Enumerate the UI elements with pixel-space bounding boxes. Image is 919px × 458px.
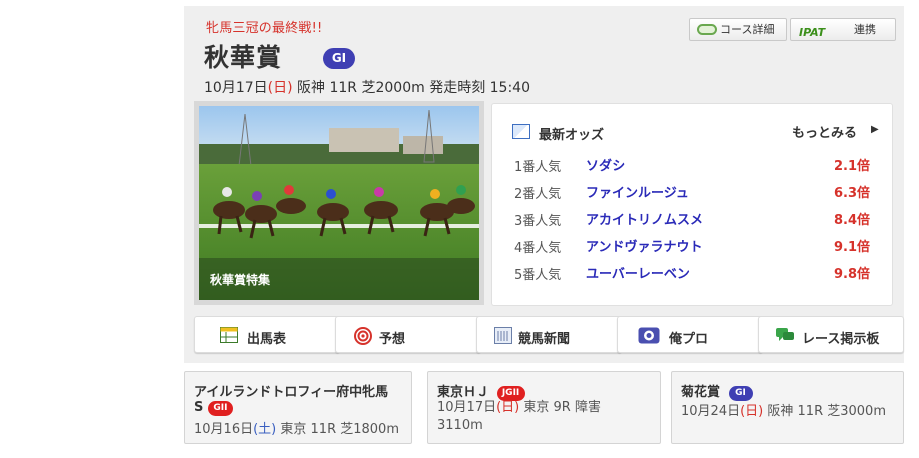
race-date: 10月17日 [204, 80, 268, 96]
race-board-button[interactable]: レース掲示板 [758, 316, 904, 353]
related-race-details: 阪神 11R 芝3000m [767, 404, 886, 419]
related-race-weekday: (日) [740, 404, 764, 419]
entries-label: 出馬表 [247, 332, 287, 347]
odds-value: 6.3倍 [833, 186, 870, 201]
race-kicker: 牝馬三冠の最終戦!! [206, 21, 323, 36]
related-race-details: 東京 9R 障害 [523, 400, 601, 415]
odds-value: 9.1倍 [833, 240, 870, 255]
related-race-name-line1: アイルランドトロフィー府中牝馬 [194, 385, 389, 400]
grade-badge: GI [728, 386, 753, 401]
course-icon [697, 24, 717, 35]
related-race-card[interactable]: 菊花賞 GI 10月24日(日) 阪神 11R 芝3000m [671, 371, 904, 444]
related-race-name: 菊花賞 GI [681, 381, 753, 401]
ore-pro-button[interactable]: 俺プロ [617, 316, 763, 353]
odds-row: 1番人気 ソダシ 2.1倍 [492, 153, 892, 175]
odds-horse-link[interactable]: ファインルージュ [586, 182, 689, 201]
newspaper-icon [494, 327, 512, 348]
related-race-title: 菊花賞 [681, 385, 721, 400]
odds-row: 4番人気 アンドヴァラナウト 9.1倍 [492, 234, 892, 256]
related-race-details: 東京 11R 芝1800m [280, 422, 399, 437]
race-board-label: レース掲示板 [802, 332, 880, 347]
odds-rank: 2番人気 [514, 187, 562, 202]
odds-value: 8.4倍 [833, 213, 870, 228]
odds-horse-link[interactable]: アカイトリノムスメ [586, 209, 703, 228]
related-race-card[interactable]: アイルランドトロフィー府中牝馬 S GII 10月16日(土) 東京 11R 芝… [184, 371, 412, 444]
target-icon [354, 327, 372, 349]
odds-row: 2番人気 ファインルージュ 6.3倍 [492, 180, 892, 202]
related-race-name: アイルランドトロフィー府中牝馬 S GII [194, 381, 388, 416]
related-race-name: 東京ＨＪ JGII [437, 381, 525, 401]
race-details: 阪神 11R 芝2000m 発走時刻 15:40 [297, 80, 530, 96]
related-race-info: 10月17日(日) 東京 9R 障害 3110m [437, 399, 601, 435]
prediction-label: 予想 [379, 332, 406, 347]
chat-bubble-icon [775, 327, 795, 348]
related-race-date: 10月16日 [194, 422, 254, 437]
entries-button[interactable]: 出馬表 [194, 316, 340, 353]
odds-rank: 3番人気 [514, 214, 562, 229]
odds-rank: 5番人気 [514, 268, 562, 283]
ore-pro-icon [638, 327, 660, 348]
odds-horse-link[interactable]: アンドヴァラナウト [586, 236, 702, 255]
odds-title: 最新オッズ [539, 128, 605, 143]
related-race-card[interactable]: 東京ＨＪ JGII 10月17日(日) 東京 9R 障害 3110m [427, 371, 661, 444]
related-race-weekday: (日) [496, 400, 520, 415]
related-race-weekday: (土) [253, 422, 277, 437]
odds-icon [512, 124, 530, 139]
grade-badge: GII [207, 401, 233, 416]
feature-caption: 秋華賞特集 [210, 273, 271, 287]
odds-card: 最新オッズ もっとみる ▶ 1番人気 ソダシ 2.1倍 2番人気 ファインルージ… [491, 103, 893, 306]
odds-row: 5番人気 ユーバーレーベン 9.8倍 [492, 261, 892, 283]
feature-caption-bar: 秋華賞特集 [199, 258, 479, 300]
race-weekday: (日) [267, 80, 293, 96]
triangle-right-icon[interactable]: ▶ [871, 124, 879, 135]
ipat-link-button[interactable]: IPAT 連携 [790, 18, 896, 41]
newspaper-button[interactable]: 競馬新聞 [476, 316, 622, 353]
related-race-info: 10月24日(日) 阪神 11R 芝3000m [681, 400, 886, 419]
related-race-date: 10月24日 [681, 404, 741, 419]
course-detail-label: コース詳細 [720, 23, 775, 36]
entries-table-icon [220, 327, 238, 347]
ipat-logo-icon: IPAT [799, 26, 826, 39]
odds-rank: 1番人気 [514, 160, 562, 175]
prediction-button[interactable]: 予想 [335, 316, 481, 353]
odds-row: 3番人気 アカイトリノムスメ 8.4倍 [492, 207, 892, 229]
odds-horse-link[interactable]: ユーバーレーベン [586, 263, 690, 282]
grade-badge: GI [323, 48, 355, 69]
odds-rank: 4番人気 [514, 241, 562, 256]
course-detail-button[interactable]: コース詳細 [689, 18, 787, 41]
ore-pro-label: 俺プロ [669, 332, 709, 347]
featured-race-panel: 牝馬三冠の最終戦!! 秋華賞 GI 10月17日(日) 阪神 11R 芝2000… [184, 6, 904, 363]
related-race-distance: 3110m [437, 418, 483, 433]
race-title[interactable]: 秋華賞 [204, 38, 282, 74]
race-info: 10月17日(日) 阪神 11R 芝2000m 発走時刻 15:40 [204, 77, 530, 97]
odds-value: 9.8倍 [833, 267, 870, 282]
newspaper-label: 競馬新聞 [518, 332, 571, 347]
ipat-link-label: 連携 [854, 23, 876, 36]
related-race-date: 10月17日 [437, 400, 497, 415]
odds-horse-link[interactable]: ソダシ [586, 155, 625, 174]
related-race-info: 10月16日(土) 東京 11R 芝1800m [194, 418, 399, 437]
related-race-title: 東京ＨＪ [437, 385, 490, 400]
feature-banner[interactable]: 秋華賞特集 [194, 101, 484, 305]
odds-more-link[interactable]: もっとみる [792, 122, 857, 141]
related-race-name-line2: S [194, 400, 204, 415]
odds-value: 2.1倍 [833, 159, 870, 174]
